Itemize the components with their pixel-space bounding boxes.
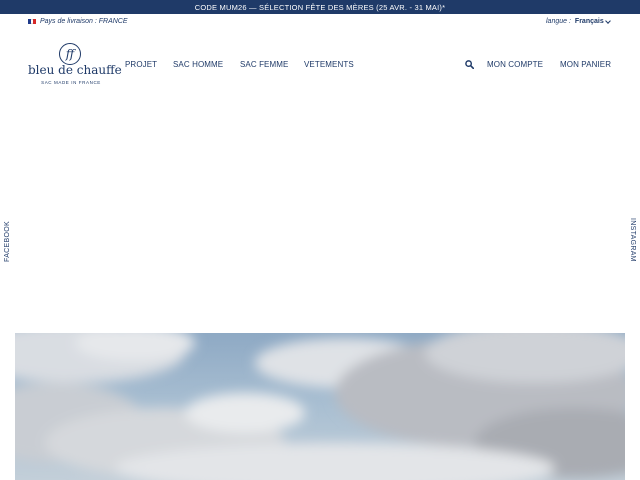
language-value: Français xyxy=(574,18,604,25)
france-flag-icon xyxy=(28,19,37,24)
sky-clouds-illustration xyxy=(15,333,625,480)
language-label: langue : xyxy=(546,18,571,25)
instagram-link[interactable]: INSTAGRAM xyxy=(629,218,636,262)
language-selector: langue : Français xyxy=(546,17,611,25)
facebook-link[interactable]: FACEBOOK xyxy=(4,221,11,262)
promo-text: CODE MUM26 — SÉLECTION FÊTE DES MÈRES (2… xyxy=(194,2,446,12)
language-dropdown[interactable]: Français xyxy=(574,17,611,25)
nav-mon-panier[interactable]: MON PANIER xyxy=(560,60,611,69)
shipping-country-selector[interactable]: Pays de livraison : FRANCE xyxy=(28,18,128,25)
logo-tagline: SAC MADE IN FRANCE xyxy=(41,80,101,85)
nav-sac-femme[interactable]: SAC FEMME xyxy=(240,60,288,69)
logo-wordmark: bleu de chauffe xyxy=(28,63,122,77)
nav-sac-homme[interactable]: SAC HOMME xyxy=(173,60,223,69)
nav-projet[interactable]: PROJET xyxy=(125,60,157,69)
nav-mon-compte[interactable]: MON COMPTE xyxy=(487,60,543,69)
search-icon[interactable] xyxy=(465,60,474,69)
nav-vetements[interactable]: VETEMENTS xyxy=(304,60,354,69)
brand-logo[interactable]: ff bleu de chauffe SAC MADE IN FRANCE xyxy=(28,43,122,89)
shipping-country-label: Pays de livraison : FRANCE xyxy=(40,18,128,25)
logo-emblem: ff xyxy=(59,43,81,65)
chevron-down-icon xyxy=(604,17,611,24)
promo-banner[interactable]: CODE MUM26 — SÉLECTION FÊTE DES MÈRES (2… xyxy=(0,0,640,14)
hero-image xyxy=(15,333,625,480)
utility-bar: Pays de livraison : FRANCE langue : Fran… xyxy=(0,14,640,30)
